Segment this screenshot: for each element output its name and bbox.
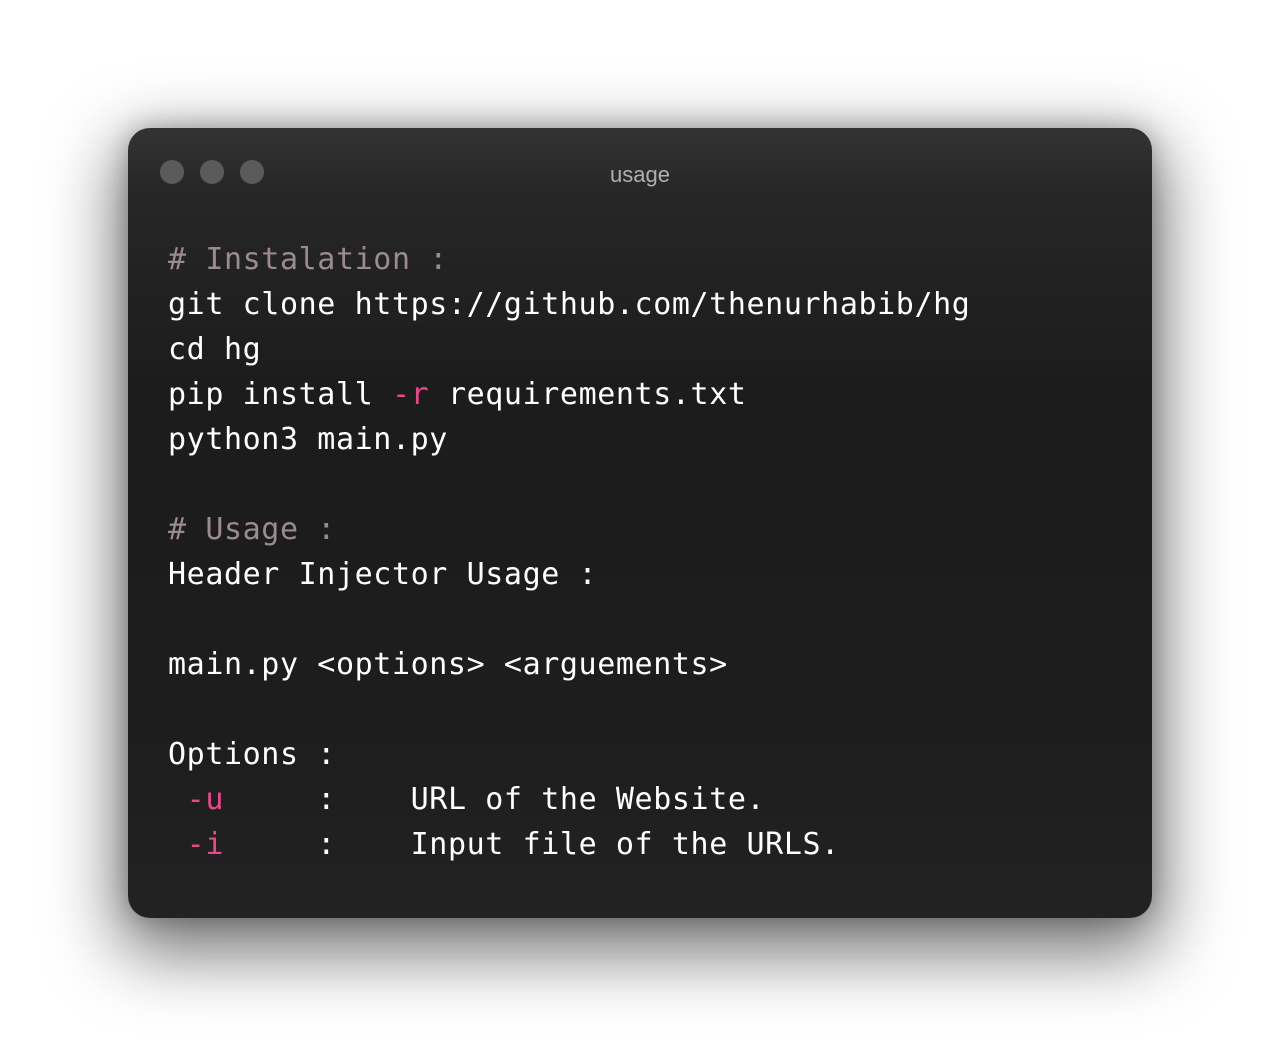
code-line: python3 main.py — [168, 417, 1128, 462]
code-flag: -u — [186, 782, 224, 817]
code-flag: -i — [186, 827, 224, 862]
window-title: usage — [610, 162, 670, 187]
code-line: # Usage : — [168, 507, 1128, 552]
code-line: Header Injector Usage : — [168, 552, 1128, 597]
code-line: git clone https://github.com/thenurhabib… — [168, 282, 1128, 327]
code-text: python3 main.py — [168, 422, 448, 457]
code-line: main.py <options> <arguements> — [168, 642, 1128, 687]
window-titlebar: usage — [128, 128, 1152, 224]
code-text: Header Injector Usage : — [168, 557, 598, 592]
code-text: cd hg — [168, 332, 262, 367]
code-text: pip install — [168, 377, 392, 412]
code-flag: -r — [391, 377, 430, 412]
code-comment: # Usage : — [168, 512, 336, 547]
code-text: requirements.txt — [429, 377, 747, 412]
code-text: : Input file of the URLS. — [224, 827, 840, 862]
code-text: : URL of the Website. — [224, 782, 766, 817]
code-text: Options : — [168, 737, 336, 772]
code-line: -i : Input file of the URLS. — [168, 822, 1128, 867]
code-line: -u : URL of the Website. — [168, 777, 1128, 822]
code-window: usage # Instalation : git clone https://g… — [128, 128, 1152, 918]
code-text: main.py <options> <arguements> — [168, 647, 728, 682]
code-line: pip install -r requirements.txt — [168, 372, 1128, 417]
code-line: cd hg — [168, 327, 1128, 372]
code-text: git clone https://github.com/thenurhabib… — [168, 287, 971, 322]
code-line: Options : — [168, 732, 1128, 777]
code-block: # Instalation : git clone https://github.… — [168, 237, 1128, 867]
code-comment: # Instalation : — [168, 242, 448, 277]
code-line: # Instalation : — [168, 237, 1128, 282]
